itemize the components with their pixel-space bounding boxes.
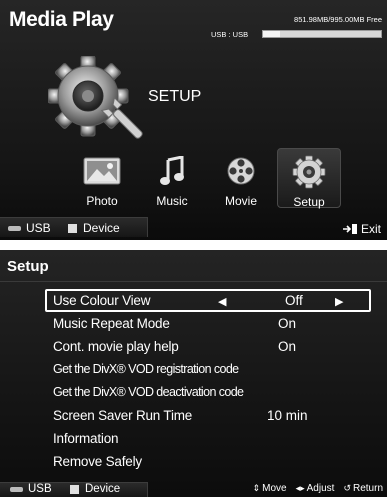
menu-row-label: Get the DivX® VOD deactivation code bbox=[53, 385, 244, 399]
menu-row-cont-movie-play-help[interactable]: Cont. movie play help On bbox=[45, 335, 371, 358]
media-item-music[interactable]: Music bbox=[140, 148, 204, 208]
media-play-panel: Media Play 851.98MB/995.00MB Free USB : … bbox=[0, 0, 387, 240]
menu-row-value: On bbox=[278, 316, 297, 331]
media-footer-bar: USB Device Exit bbox=[0, 217, 387, 240]
menu-row-information[interactable]: Information bbox=[45, 427, 371, 450]
setup-menu-panel: Setup Use Colour View ◀ Off ▶ Music Repe… bbox=[0, 250, 387, 497]
hint-move: ⇕ Move bbox=[253, 483, 287, 494]
menu-row-value: 10 min bbox=[267, 408, 308, 423]
menu-row-label: Information bbox=[53, 431, 119, 446]
gear-icon bbox=[292, 155, 326, 189]
menu-row-music-repeat-mode[interactable]: Music Repeat Mode On bbox=[45, 312, 371, 335]
media-item-label: Photo bbox=[86, 194, 118, 208]
media-item-label: Music bbox=[156, 194, 188, 208]
up-down-arrow-icon: ⇕ bbox=[252, 483, 261, 493]
usb-storage-info: 851.98MB/995.00MB Free USB : USB bbox=[211, 15, 382, 39]
media-item-setup[interactable]: Setup bbox=[277, 148, 341, 209]
usb-capacity-text: 851.98MB/995.00MB Free bbox=[294, 15, 382, 24]
usb-usage-bar bbox=[262, 30, 382, 38]
usb-device-label: USB : USB bbox=[211, 30, 249, 39]
footer-usb-tab[interactable]: USB bbox=[8, 221, 51, 235]
hint-move-label: Move bbox=[262, 483, 287, 494]
menu-row-label: Remove Safely bbox=[53, 454, 142, 469]
device-icon bbox=[70, 484, 79, 494]
menu-row-remove-safely[interactable]: Remove Safely bbox=[45, 450, 371, 473]
menu-row-label: Music Repeat Mode bbox=[53, 316, 170, 331]
return-icon: ↺ bbox=[343, 483, 351, 493]
usb-icon bbox=[10, 486, 23, 492]
music-icon bbox=[160, 156, 184, 185]
menu-row-label: Screen Saver Run Time bbox=[53, 408, 193, 423]
menu-row-divx-deactivation[interactable]: Get the DivX® VOD deactivation code bbox=[45, 381, 371, 404]
left-right-arrow-icon: ◂▸ bbox=[295, 483, 305, 493]
footer-usb-label: USB bbox=[26, 221, 51, 235]
arrow-left-icon[interactable]: ◀ bbox=[218, 295, 226, 308]
usb-icon bbox=[8, 225, 21, 231]
menu-row-label: Use Colour View bbox=[53, 293, 151, 308]
menu-row-screen-saver-run-time[interactable]: Screen Saver Run Time 10 min bbox=[45, 404, 371, 427]
footer-usb-label: USB bbox=[28, 483, 52, 495]
hint-return[interactable]: ↺ Return bbox=[343, 483, 383, 494]
gear-wrench-icon bbox=[47, 55, 143, 139]
setup-footer-source-tabs: USB Device bbox=[0, 482, 148, 497]
footer-device-label: Device bbox=[85, 483, 121, 495]
menu-row-value: On bbox=[278, 339, 297, 354]
setup-hero-icon bbox=[47, 55, 148, 142]
media-item-label: Movie bbox=[224, 194, 257, 208]
footer-usb-tab[interactable]: USB bbox=[10, 483, 52, 495]
menu-row-label: Cont. movie play help bbox=[53, 339, 179, 354]
hint-adjust: ◂▸ Adjust bbox=[296, 483, 335, 494]
menu-row-divx-registration[interactable]: Get the DivX® VOD registration code bbox=[45, 358, 371, 381]
navigation-hints: ⇕ Move ◂▸ Adjust ↺ Return bbox=[253, 483, 383, 494]
hint-return-label: Return bbox=[352, 483, 383, 494]
exit-icon bbox=[342, 224, 357, 234]
title-divider bbox=[0, 281, 387, 282]
media-item-label: Setup bbox=[293, 195, 325, 209]
arrow-right-icon[interactable]: ▶ bbox=[335, 295, 343, 308]
setup-footer-bar: USB Device ⇕ Move ◂▸ Adjust ↺ Return bbox=[0, 482, 387, 497]
hint-adjust-label: Adjust bbox=[306, 483, 335, 494]
usb-usage-fill bbox=[263, 31, 280, 37]
exit-label: Exit bbox=[360, 222, 381, 236]
menu-row-value: Off bbox=[285, 293, 303, 308]
movie-icon bbox=[227, 157, 255, 185]
media-item-photo[interactable]: Photo bbox=[70, 148, 134, 208]
photo-icon bbox=[83, 157, 121, 185]
exit-button[interactable]: Exit bbox=[342, 222, 381, 236]
media-footer-source-tabs: USB Device bbox=[0, 217, 148, 237]
setup-hero-label: SETUP bbox=[148, 88, 202, 105]
footer-device-tab[interactable]: Device bbox=[70, 483, 120, 495]
setup-title: Setup bbox=[7, 258, 49, 275]
media-item-movie[interactable]: Movie bbox=[209, 148, 273, 208]
menu-row-use-colour-view[interactable]: Use Colour View ◀ Off ▶ bbox=[45, 289, 371, 312]
setup-menu-list: Use Colour View ◀ Off ▶ Music Repeat Mod… bbox=[45, 289, 371, 473]
media-play-title: Media Play bbox=[9, 8, 114, 31]
footer-device-tab[interactable]: Device bbox=[68, 221, 120, 235]
menu-row-label: Get the DivX® VOD registration code bbox=[53, 362, 239, 376]
footer-device-label: Device bbox=[83, 221, 120, 235]
device-icon bbox=[68, 223, 77, 233]
